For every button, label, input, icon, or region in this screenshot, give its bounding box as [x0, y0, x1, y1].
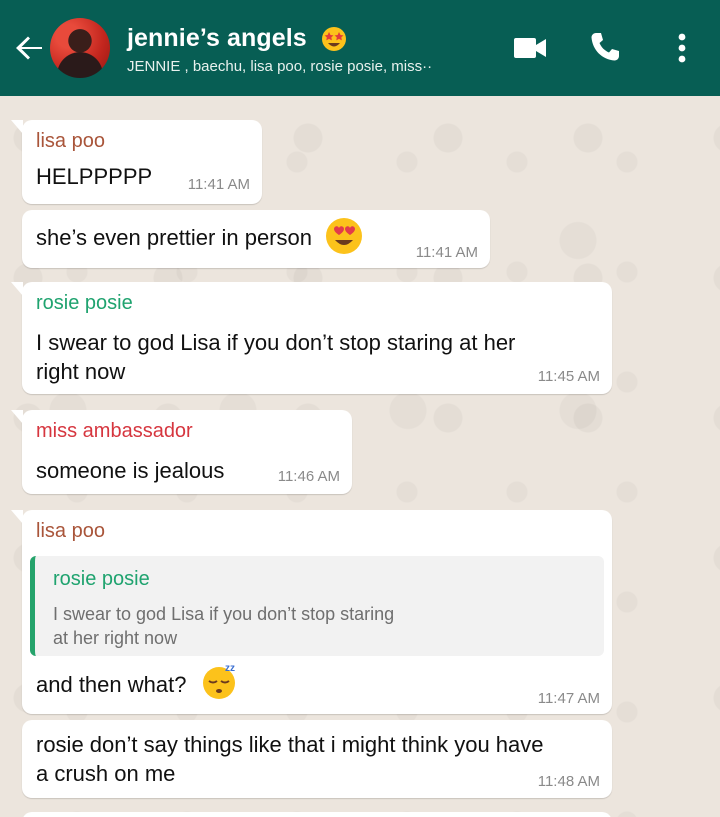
chat-title[interactable]: jennie’s angels [127, 24, 348, 53]
sender-name: lisa poo [36, 130, 105, 152]
message-text-line: right now [36, 359, 126, 384]
chat-title-text: jennie’s angels [127, 24, 307, 52]
message-list[interactable]: lisa poo HELPPPPP 11:41 AM she’s even pr… [0, 96, 720, 817]
quoted-text: I swear to god Lisa if you don’t stop st… [53, 602, 473, 650]
quoted-text-line: at her right now [53, 628, 178, 648]
message-bubble[interactable]: lisa poo HELPPPPP 11:41 AM [11, 120, 262, 204]
message-text-content: and then what? [36, 672, 187, 697]
message-bubble[interactable]: rosie posie I swear to god Lisa if you d… [11, 282, 612, 394]
message-text: someone is jealous [36, 458, 225, 483]
sender-name: lisa poo [36, 520, 105, 542]
chat-header: jennie’s angels JENNIE , baechu, lisa po… [0, 0, 720, 96]
phone-icon[interactable] [588, 30, 622, 64]
message-bubble[interactable]: rosie don’t say things like that i might… [22, 720, 612, 798]
message-time: 11:41 AM [415, 244, 478, 261]
message-text-content: she’s even prettier in person [36, 224, 312, 250]
heart-eyes-emoji [326, 218, 363, 254]
message-bubble[interactable] [22, 812, 612, 817]
message-text: and then what? zz [36, 663, 239, 701]
message-text-line: rosie don’t say things like that i might… [36, 732, 544, 757]
message-bubble[interactable]: miss ambassador someone is jealous 11:46… [11, 410, 352, 494]
message-time: 11:45 AM [537, 368, 600, 385]
more-options-icon[interactable] [676, 32, 688, 64]
message-time: 11:46 AM [277, 468, 340, 485]
quoted-text-line: I swear to god Lisa if you don’t stop st… [53, 604, 395, 624]
quoted-message[interactable]: rosie posie I swear to god Lisa if you d… [30, 556, 604, 656]
video-call-icon[interactable] [512, 34, 548, 62]
message-text-line: a crush on me [36, 761, 176, 786]
message-time: 11:48 AM [537, 773, 600, 790]
svg-text:zz: zz [225, 663, 235, 674]
avatar[interactable] [50, 18, 110, 78]
message-text-line: I swear to god Lisa if you don’t stop st… [36, 330, 516, 355]
sender-name: rosie posie [36, 292, 133, 314]
message-time: 11:47 AM [537, 690, 600, 707]
message-bubble[interactable]: she’s even prettier in person 11:41 AM [22, 210, 490, 268]
quoted-sender-name: rosie posie [53, 568, 150, 590]
message-bubble[interactable]: lisa poo rosie posie I swear to god Lisa… [11, 510, 612, 714]
message-text: she’s even prettier in person [36, 218, 364, 256]
message-text: HELPPPPP [36, 164, 153, 189]
message-time: 11:41 AM [187, 176, 250, 193]
star-struck-emoji [321, 27, 346, 52]
sleeping-emoji: zz [202, 663, 235, 700]
sender-name: miss ambassador [36, 420, 193, 442]
back-arrow-icon[interactable] [12, 30, 48, 66]
participants-list[interactable]: JENNIE , baechu, lisa poo, rosie posie, … [127, 58, 432, 75]
